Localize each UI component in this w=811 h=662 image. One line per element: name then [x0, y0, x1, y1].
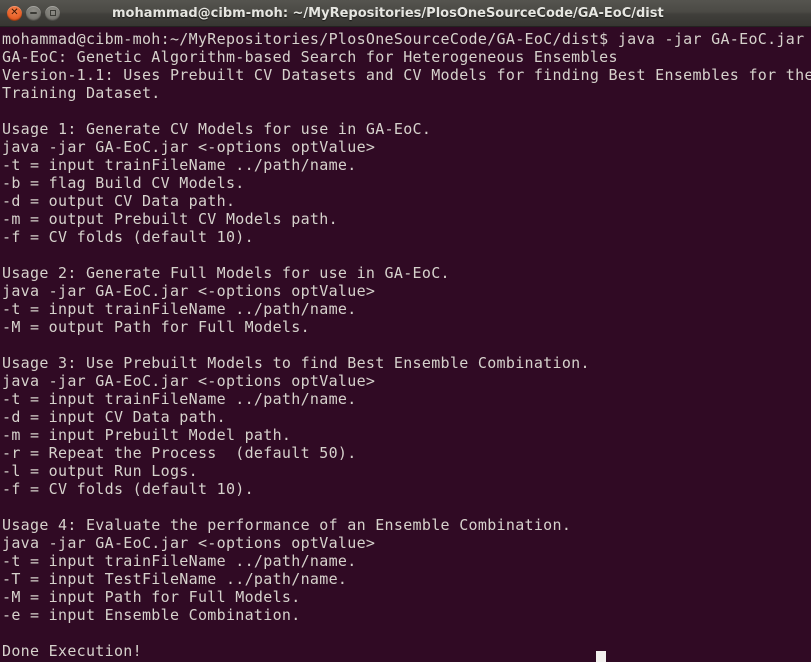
close-window-button[interactable]: ✕ [7, 5, 22, 21]
terminal-window: ✕ mohammad@cibm-moh: ~/MyRepositories/Pl… [0, 0, 811, 662]
terminal-line: -t = input trainFileName ../path/name. [2, 156, 357, 174]
terminal-line: -b = flag Build CV Models. [2, 174, 245, 192]
terminal-line: -d = output CV Data path. [2, 192, 236, 210]
minimize-window-button[interactable] [26, 5, 41, 21]
terminal-line: -t = input trainFileName ../path/name. [2, 300, 357, 318]
terminal-line: java -jar GA-EoC.jar <-options optValue> [2, 534, 376, 552]
terminal-line: -l = output Run Logs. [2, 462, 198, 480]
terminal-line: -t = input trainFileName ../path/name. [2, 552, 357, 570]
terminal-line: Done Execution! [2, 642, 142, 660]
window-title: mohammad@cibm-moh: ~/MyRepositories/Plos… [112, 5, 664, 21]
terminal-line: -M = input Path for Full Models. [2, 588, 301, 606]
terminal-line: Usage 2: Generate Full Models for use in… [2, 264, 450, 282]
terminal-line: GA-EoC: Genetic Algorithm-based Search f… [2, 48, 618, 66]
terminal-cursor [596, 651, 606, 662]
terminal-line: Usage 1: Generate CV Models for use in G… [2, 120, 432, 138]
window-controls: ✕ [0, 5, 60, 21]
terminal-line: -d = input CV Data path. [2, 408, 226, 426]
terminal-line: java -jar GA-EoC.jar <-options optValue> [2, 138, 376, 156]
window-titlebar[interactable]: ✕ mohammad@cibm-moh: ~/MyRepositories/Pl… [0, 0, 811, 27]
terminal-line: -e = input Ensemble Combination. [2, 606, 301, 624]
minimize-icon [30, 12, 37, 14]
terminal-line: -m = output Prebuilt CV Models path. [2, 210, 338, 228]
maximize-window-button[interactable] [45, 5, 60, 21]
terminal-line: -T = input TestFileName ../path/name. [2, 570, 348, 588]
terminal-line: mohammad@cibm-moh:~/MyRepositories/PlosO… [2, 30, 805, 48]
terminal-line: java -jar GA-EoC.jar <-options optValue> [2, 372, 376, 390]
terminal-line: Usage 4: Evaluate the performance of an … [2, 516, 572, 534]
terminal-line: java -jar GA-EoC.jar <-options optValue> [2, 282, 376, 300]
terminal-line: -t = input trainFileName ../path/name. [2, 390, 357, 408]
terminal-line: -r = Repeat the Process (default 50). [2, 444, 357, 462]
terminal-line: -M = output Path for Full Models. [2, 318, 310, 336]
terminal-line: Training Dataset. [2, 84, 161, 102]
terminal-line: -f = CV folds (default 10). [2, 228, 254, 246]
maximize-icon [49, 10, 56, 16]
terminal-line: -f = CV folds (default 10). [2, 480, 254, 498]
terminal-line: Usage 3: Use Prebuilt Models to find Bes… [2, 354, 590, 372]
terminal-line: Version-1.1: Uses Prebuilt CV Datasets a… [2, 66, 811, 84]
close-icon: ✕ [10, 7, 19, 18]
terminal-lines: mohammad@cibm-moh:~/MyRepositories/PlosO… [2, 30, 811, 660]
terminal-output-area[interactable]: mohammad@cibm-moh:~/MyRepositories/PlosO… [0, 27, 811, 662]
terminal-line: -m = input Prebuilt Model path. [2, 426, 292, 444]
